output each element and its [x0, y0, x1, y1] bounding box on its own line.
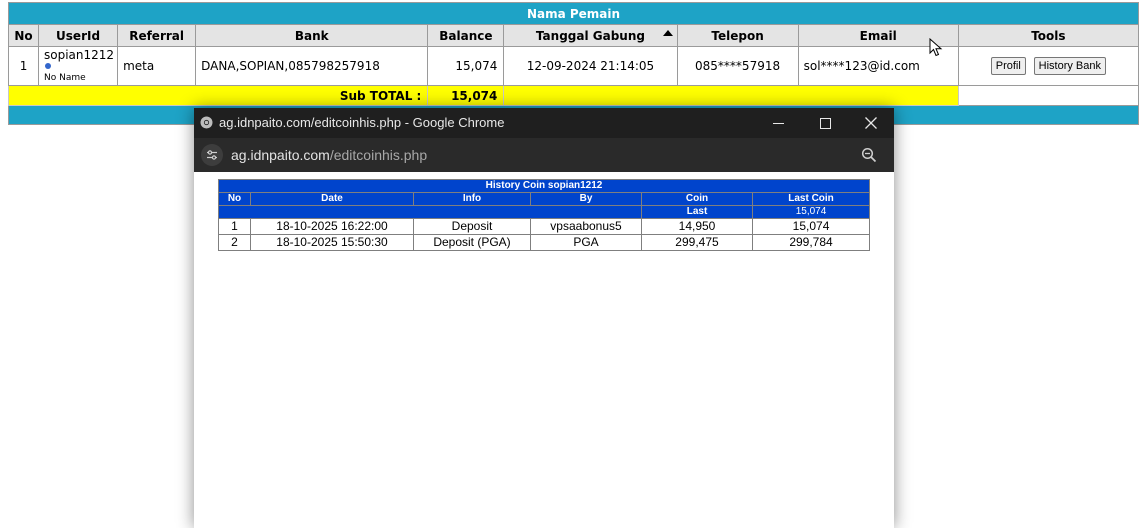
history-cell-coin: 299,475	[641, 234, 753, 251]
history-header-info: Info	[413, 192, 531, 206]
col-header-tanggal-gabung-label: Tanggal Gabung	[535, 28, 645, 43]
cell-tools: Profil History Bank	[957, 46, 1140, 86]
history-row: 2 18-10-2025 15:50:30 Deposit (PGA) PGA …	[218, 234, 871, 251]
history-cell-date: 18-10-2025 15:50:30	[250, 234, 414, 251]
minimize-icon	[772, 122, 784, 124]
history-row: 1 18-10-2025 16:22:00 Deposit vpsaabonus…	[218, 218, 871, 235]
col-header-no[interactable]: No	[7, 24, 40, 47]
history-cell-info: Deposit (PGA)	[413, 234, 531, 251]
history-subheader-coin: Last	[641, 205, 753, 219]
history-cell-no: 1	[218, 218, 251, 235]
history-cell-by: PGA	[530, 234, 642, 251]
maximize-icon	[819, 117, 831, 129]
cell-referral: meta	[117, 46, 197, 86]
history-cell-last-coin: 15,074	[751, 218, 871, 235]
minimize-button[interactable]	[763, 114, 793, 132]
window-title: ag.idnpaito.com/editcoinhis.php - Google…	[219, 115, 505, 130]
url-text[interactable]: ag.idnpaito.com/editcoinhis.php	[231, 147, 427, 163]
maximize-button[interactable]	[810, 114, 840, 132]
history-cell-date: 18-10-2025 16:22:00	[250, 218, 414, 235]
table-row: 1 sopian1212 No Name meta DANA,SOPIAN,08…	[7, 46, 1140, 86]
close-button[interactable]	[856, 114, 886, 132]
history-cell-by: vpsaabonus5	[530, 218, 642, 235]
history-header-last-coin: Last Coin	[751, 192, 871, 206]
col-header-telepon[interactable]: Telepon	[676, 24, 799, 47]
history-title: History Coin sopian1212	[217, 179, 871, 193]
col-header-referral[interactable]: Referral	[117, 24, 197, 47]
url-path: /editcoinhis.php	[329, 147, 428, 163]
cell-balance: 15,074	[427, 46, 505, 86]
window-title-bar[interactable]: ag.idnpaito.com/editcoinhis.php - Google…	[194, 108, 894, 138]
history-cell-coin: 14,950	[641, 218, 753, 235]
table-title: Nama Pemain	[8, 2, 1139, 25]
status-dot-icon	[45, 63, 52, 69]
close-icon	[865, 117, 877, 129]
subtotal-empty	[957, 85, 1140, 106]
history-cell-no: 2	[218, 234, 251, 251]
cell-userid[interactable]: sopian1212 No Name	[38, 46, 119, 86]
subtotal-filler	[503, 85, 959, 106]
url-domain: ag.idnpaito.com	[231, 147, 330, 163]
cell-telepon: 085****57918	[676, 46, 799, 86]
history-cell-last-coin: 299,784	[751, 234, 871, 251]
chrome-popup-window[interactable]: ag.idnpaito.com/editcoinhis.php - Google…	[194, 108, 894, 528]
history-header-coin: Coin	[641, 192, 753, 206]
history-header-by: By	[530, 192, 642, 206]
site-settings-icon	[207, 150, 217, 160]
history-coin-table: History Coin sopian1212 No Date Info By …	[217, 179, 871, 251]
cell-no: 1	[7, 46, 40, 86]
address-bar[interactable]: ag.idnpaito.com/editcoinhis.php	[194, 138, 894, 172]
players-table: Nama Pemain No UserId Referral Bank Bala…	[7, 2, 1140, 125]
subtotal-row: Sub TOTAL : 15,074	[7, 85, 1140, 106]
col-header-tanggal-gabung[interactable]: Tanggal Gabung	[503, 24, 678, 47]
col-header-tools: Tools	[957, 24, 1140, 47]
history-cell-info: Deposit	[413, 218, 531, 235]
col-header-balance[interactable]: Balance	[427, 24, 505, 47]
userid-text[interactable]: sopian1212	[44, 48, 114, 62]
mouse-cursor-icon	[929, 38, 943, 57]
sort-ascending-icon[interactable]	[662, 30, 673, 36]
history-bank-button[interactable]: History Bank	[1033, 57, 1106, 75]
col-header-bank[interactable]: Bank	[195, 24, 429, 47]
site-info-button[interactable]	[201, 144, 223, 166]
chrome-logo-icon	[200, 116, 213, 129]
profil-button[interactable]: Profil	[990, 57, 1026, 75]
zoom-icon[interactable]	[861, 147, 877, 163]
history-subheader-blank	[218, 205, 642, 219]
cell-bank: DANA,SOPIAN,085798257918	[195, 46, 429, 86]
cell-tanggal-gabung: 12-09-2024 21:14:05	[503, 46, 678, 86]
col-header-userid[interactable]: UserId	[38, 24, 119, 47]
userid-subtext: No Name	[44, 73, 86, 83]
history-subheader-last-coin: 15,074	[751, 205, 871, 219]
subtotal-label: Sub TOTAL :	[7, 85, 429, 106]
history-header-date: Date	[250, 192, 414, 206]
history-header-no: No	[218, 192, 251, 206]
subtotal-value: 15,074	[427, 85, 505, 106]
